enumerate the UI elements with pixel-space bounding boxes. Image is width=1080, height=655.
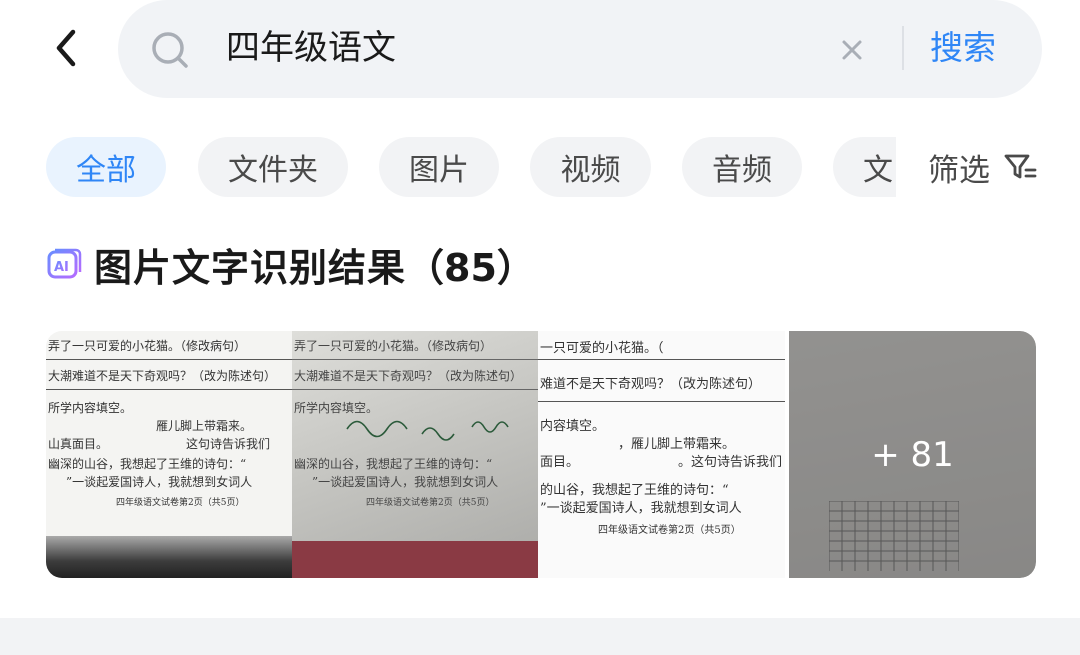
tab-label: 视频 [560, 153, 621, 188]
tab-audio[interactable]: 音频 [682, 137, 802, 197]
thumb-text: 面目。 [540, 455, 580, 470]
thumb-text: ，雁儿脚上带霜来。 [618, 437, 736, 452]
search-divider [902, 26, 904, 70]
tab-folder[interactable]: 文件夹 [198, 137, 348, 197]
tab-documents[interactable]: 文 [833, 137, 896, 197]
thumb-text: 一只可爱的小花猫。（ [540, 341, 664, 356]
ocr-section-title: AI 图片文字识别结果 （85） [46, 236, 535, 292]
thumb-text: ”一谈起爱国诗人，我就想到女词人 [66, 475, 253, 489]
svg-text:AI: AI [54, 260, 69, 275]
thumbnail-2[interactable]: 弄了一只可爱的小花猫。（修改病句） 大潮难道不是天下奇观吗？（改为陈述句） 所学… [292, 331, 538, 578]
thumbnail-1[interactable]: 弄了一只可爱的小花猫。（修改病句） 大潮难道不是天下奇观吗？（改为陈述句） 所学… [46, 331, 292, 578]
thumb-text: 幽深的山谷，我想起了王维的诗句：“ [294, 457, 493, 471]
thumb-text: 四年级语文试卷第2页（共5页） [366, 498, 495, 508]
thumb-text: 雁儿脚上带霜来。 [156, 419, 253, 433]
search-submit-button[interactable]: 搜索 [930, 26, 996, 70]
clear-icon[interactable] [836, 34, 868, 66]
tab-images[interactable]: 图片 [379, 137, 499, 197]
thumb-text: 四年级语文试卷第2页（共5页） [598, 525, 741, 536]
filter-label: 筛选 [928, 152, 990, 189]
tab-label: 文件夹 [228, 153, 318, 188]
section-count: （85） [406, 245, 535, 290]
section-title-text: 图片文字识别结果 [94, 245, 407, 290]
thumb-text: 幽深的山谷，我想起了王维的诗句：“ [48, 457, 247, 471]
thumb-text: 大潮难道不是天下奇观吗？（改为陈述句） [48, 369, 277, 383]
thumb-text: 大潮难道不是天下奇观吗？（改为陈述句） [294, 369, 523, 383]
tab-video[interactable]: 视频 [530, 137, 651, 197]
thumb-text: 难道不是天下奇观吗？（改为陈述句） [540, 377, 762, 392]
chevron-left-icon [56, 29, 76, 67]
ai-ocr-icon: AI [47, 248, 82, 279]
thumb-text: 山真面目。 [48, 437, 109, 451]
tab-label: 音频 [712, 153, 772, 188]
thumb-text: 四年级语文试卷第2页（共5页） [116, 498, 245, 508]
category-tabs: 全部 文件夹 图片 视频 音频 文 [46, 137, 896, 197]
filter-icon [1004, 154, 1037, 179]
tab-label: 图片 [409, 153, 469, 188]
thumb-text: 的山谷，我想起了王维的诗句：“ [540, 483, 729, 498]
thumbnail-3[interactable]: 一只可爱的小花猫。（ 难道不是天下奇观吗？（改为陈述句） 内容填空。 ，雁儿脚上… [538, 331, 785, 578]
more-count: + 81 [871, 434, 954, 475]
filter-button[interactable]: 筛选 [928, 140, 1038, 194]
thumb-text: ”一谈起爱国诗人，我就想到女词人 [540, 501, 742, 516]
section-separator [0, 618, 1080, 655]
thumb-text: ”一谈起爱国诗人，我就想到女词人 [312, 475, 499, 489]
more-overlay: + 81 [789, 331, 1036, 578]
thumb-text: 这句诗告诉我们 [186, 437, 271, 451]
tab-label: 文 [863, 153, 893, 188]
thumb-text: 弄了一只可爱的小花猫。（修改病句） [48, 339, 247, 353]
tab-label: 全部 [76, 153, 136, 188]
tab-all[interactable]: 全部 [46, 137, 166, 197]
ocr-thumbnails: 弄了一只可爱的小花猫。（修改病句） 大潮难道不是天下奇观吗？（改为陈述句） 所学… [46, 331, 1036, 578]
back-button[interactable] [40, 22, 92, 74]
search-icon [152, 32, 188, 68]
thumbnail-more[interactable]: + 81 [789, 331, 1036, 578]
thumb-text: 所学内容填空。 [48, 401, 133, 415]
thumb-text: 。这句诗告诉我们 [678, 455, 783, 470]
thumb-text: 弄了一只可爱的小花猫。（修改病句） [294, 339, 493, 353]
thumb-text: 内容填空。 [540, 419, 606, 434]
search-input[interactable] [226, 22, 786, 74]
